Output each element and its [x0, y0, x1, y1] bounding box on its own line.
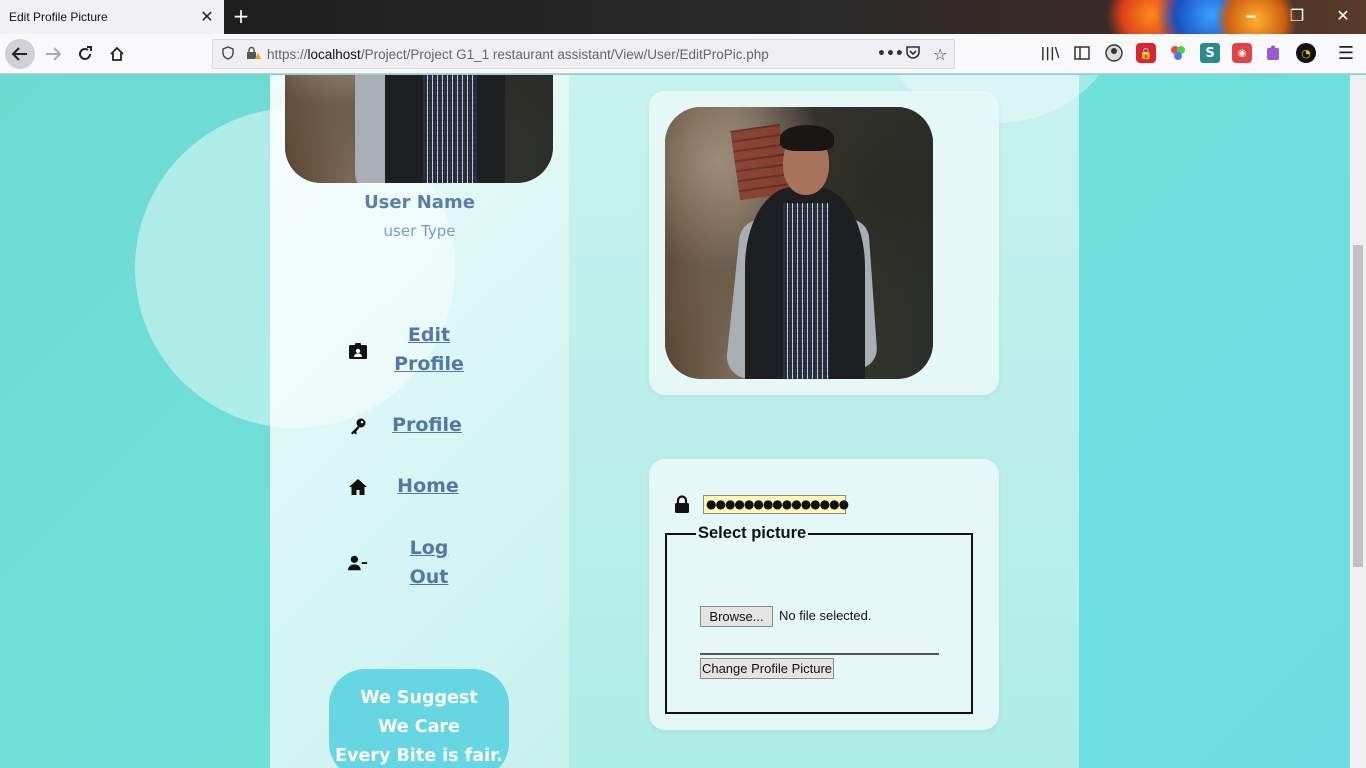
logout-link[interactable]: Log Out	[400, 534, 458, 592]
page-viewport: User Name user Type Edit Profile Profile …	[0, 75, 1350, 768]
title-bar: Edit Profile Picture ✕ + ‒ ❐ ✕	[0, 0, 1366, 34]
extension-clock-icon[interactable]: ◔	[1296, 43, 1316, 63]
hamburger-menu-icon[interactable]: ☰	[1336, 43, 1356, 64]
edit-profile-link[interactable]: Edit Profile	[392, 321, 466, 379]
arrow-left-icon	[11, 47, 27, 61]
pocket-icon[interactable]	[905, 44, 921, 64]
scrollbar-thumb[interactable]	[1353, 245, 1363, 567]
new-tab-button[interactable]: +	[230, 4, 252, 30]
back-button[interactable]	[5, 39, 35, 69]
library-icon[interactable]: |||\	[1040, 43, 1060, 63]
extension-puzzle-icon[interactable]	[1264, 43, 1284, 63]
page-scrollbar[interactable]	[1350, 75, 1366, 768]
tab-title: Edit Profile Picture	[9, 10, 108, 24]
maximize-button[interactable]: ❐	[1274, 0, 1320, 34]
extension-color-icon[interactable]	[1168, 43, 1188, 63]
forward-button[interactable]	[38, 39, 68, 69]
url-text[interactable]: https://localhost/Project/Project G1_1 r…	[267, 47, 769, 62]
home-icon	[110, 46, 124, 61]
reload-button[interactable]	[70, 39, 100, 69]
home-icon	[348, 477, 368, 497]
profile-link[interactable]: Profile	[386, 411, 468, 440]
key-icon	[348, 416, 368, 436]
slogan-line: We Care	[378, 717, 460, 737]
page-actions-icon[interactable]: •••	[877, 46, 904, 62]
divider	[700, 653, 939, 655]
user-name: User Name	[364, 192, 475, 213]
profile-picture	[665, 107, 933, 379]
user-type: user Type	[383, 222, 456, 240]
extension-s-icon[interactable]: S	[1200, 43, 1220, 63]
minimize-button[interactable]: ‒	[1228, 0, 1274, 34]
extension-lock-icon[interactable]: 🔒	[1136, 43, 1156, 63]
navigation-toolbar: https://localhost/Project/Project G1_1 r…	[0, 34, 1366, 74]
fieldset-legend: Select picture	[696, 524, 809, 543]
bookmark-star-icon[interactable]: ☆	[933, 45, 947, 64]
sidebar-icon[interactable]	[1072, 43, 1092, 63]
tab-close-icon[interactable]: ✕	[190, 0, 224, 34]
extension-camera-icon[interactable]: ◉	[1232, 43, 1252, 63]
slogan-line: Every Bite is fair.	[335, 746, 503, 766]
slogan-line: We Suggest	[360, 688, 478, 708]
user-minus-icon	[348, 553, 368, 573]
slogan-box: We Suggest We Care Every Bite is fair.	[329, 669, 509, 768]
close-window-button[interactable]: ✕	[1320, 0, 1366, 34]
insecure-lock-icon[interactable]	[245, 45, 261, 64]
arrow-right-icon	[46, 47, 62, 61]
change-profile-picture-button[interactable]: Change Profile Picture	[700, 658, 834, 679]
reload-icon	[79, 46, 92, 60]
shield-icon[interactable]	[221, 45, 235, 64]
file-status: No file selected.	[779, 608, 872, 623]
active-tab[interactable]: Edit Profile Picture ✕	[0, 0, 224, 34]
lock-icon	[674, 495, 690, 513]
url-bar[interactable]: https://localhost/Project/Project G1_1 r…	[212, 39, 955, 69]
account-icon[interactable]	[1104, 43, 1124, 63]
browse-button[interactable]: Browse...	[700, 606, 773, 627]
id-card-icon	[348, 341, 368, 361]
home-button[interactable]	[102, 39, 132, 69]
home-link[interactable]: Home	[388, 472, 468, 501]
password-input[interactable]: ●●●●●●●●●●●●●●●	[703, 495, 849, 514]
sidebar-avatar	[285, 75, 553, 183]
